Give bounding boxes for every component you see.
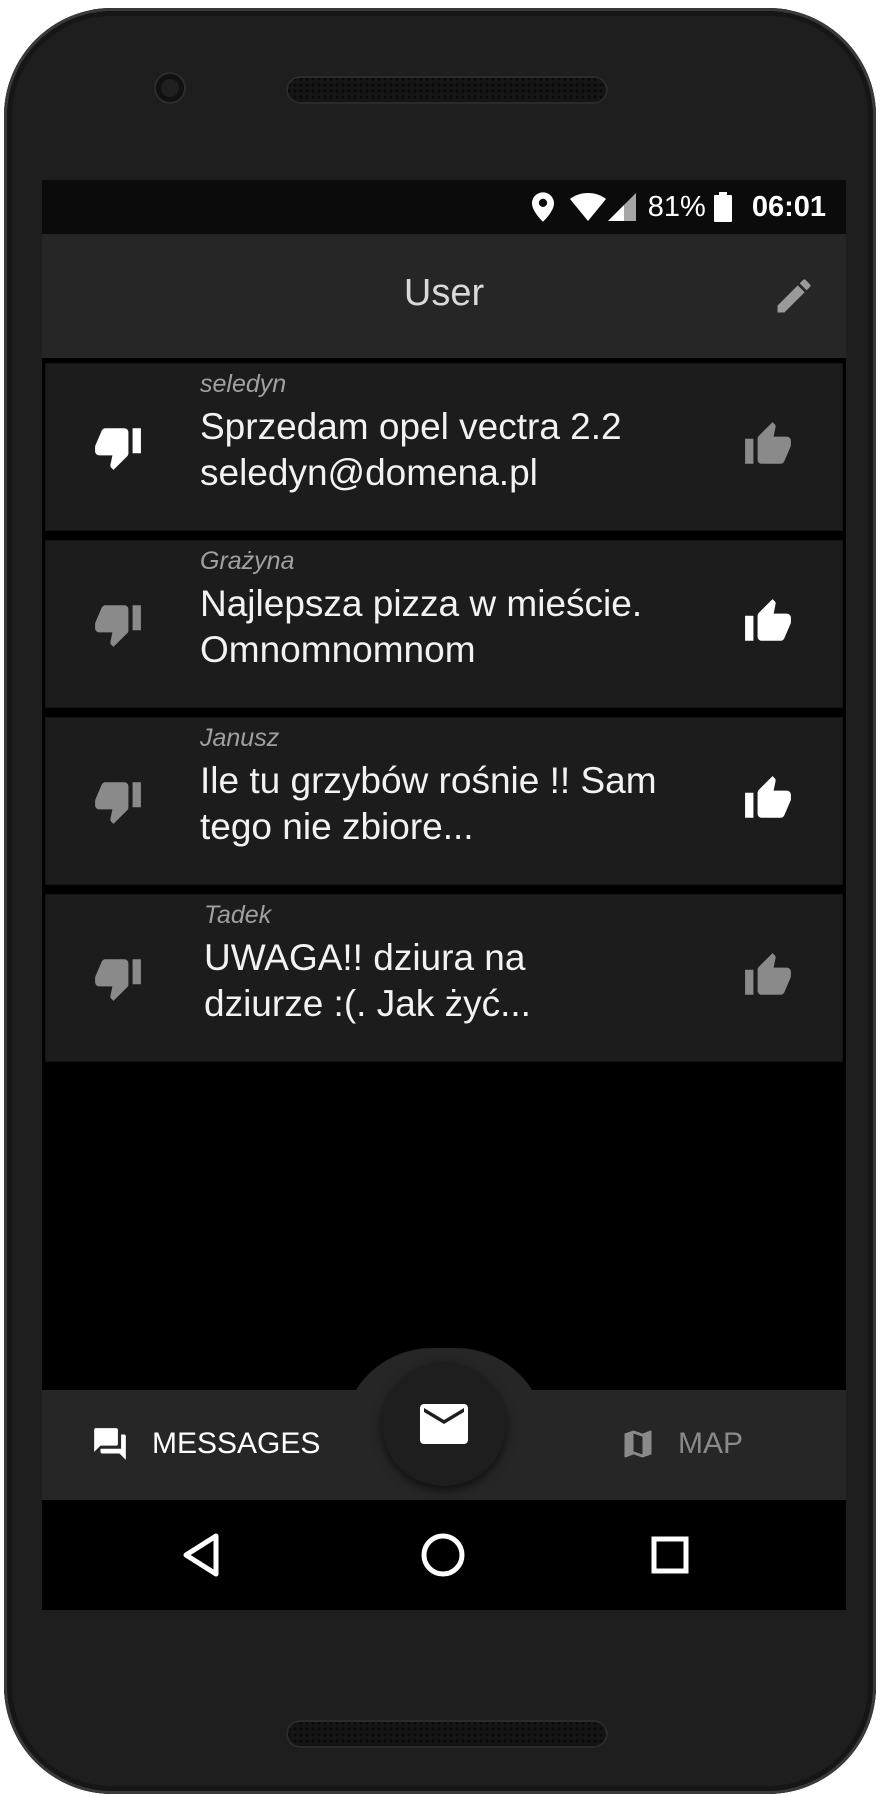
thumbs-up-button[interactable] bbox=[742, 420, 794, 474]
back-triangle-icon bbox=[183, 1533, 219, 1577]
home-button[interactable] bbox=[418, 1530, 468, 1584]
status-bar: 81% 06:01 bbox=[42, 180, 846, 234]
nav-messages[interactable]: MESSAGES bbox=[90, 1408, 320, 1480]
nav-messages-label: MESSAGES bbox=[152, 1427, 321, 1460]
message-card[interactable]: Tadek UWAGA!! dziura na dziurze :(. Jak … bbox=[46, 895, 842, 1061]
message-card[interactable]: Grażyna Najlepsza pizza w mieście. Omnom… bbox=[46, 541, 842, 707]
thumbs-up-icon bbox=[745, 599, 791, 641]
thumbs-down-icon bbox=[95, 605, 141, 647]
nav-map-label: MAP bbox=[678, 1427, 744, 1460]
signal-icon bbox=[607, 193, 636, 221]
thumbs-up-button[interactable] bbox=[742, 951, 794, 1005]
system-navigation-bar bbox=[42, 1500, 846, 1610]
nav-map[interactable]: MAP bbox=[620, 1408, 743, 1480]
message-author: Tadek bbox=[204, 901, 272, 929]
thumbs-up-icon bbox=[745, 953, 791, 995]
clock: 06:01 bbox=[751, 190, 826, 223]
message-text: Ile tu grzybów rośnie !! Sam tego nie zb… bbox=[200, 760, 657, 847]
thumbs-up-icon bbox=[745, 422, 791, 464]
thumbs-down-icon bbox=[95, 782, 141, 824]
thumbs-down-icon bbox=[95, 428, 141, 470]
compose-message-button[interactable] bbox=[382, 1362, 506, 1486]
pencil-icon bbox=[777, 279, 811, 313]
page-title: User bbox=[403, 272, 485, 314]
thumbs-up-button[interactable] bbox=[742, 597, 794, 651]
location-icon bbox=[531, 192, 554, 222]
message-text: Najlepsza pizza w mieście. Omnomnomnom bbox=[200, 583, 643, 670]
message-text: Sprzedam opel vectra 2.2 seledyn@domena.… bbox=[200, 406, 622, 493]
top-speaker bbox=[286, 76, 608, 104]
thumbs-down-button[interactable] bbox=[92, 599, 144, 653]
thumbs-down-icon bbox=[95, 959, 141, 1001]
message-author: Janusz bbox=[200, 724, 280, 752]
battery-percent: 81% bbox=[647, 190, 706, 223]
forum-icon bbox=[94, 1428, 126, 1460]
battery-icon bbox=[713, 192, 732, 222]
thumbs-down-button[interactable] bbox=[92, 422, 144, 476]
thumbs-up-icon bbox=[745, 776, 791, 818]
bottom-speaker bbox=[286, 1720, 608, 1748]
thumbs-up-button[interactable] bbox=[742, 774, 794, 828]
app-bar: User bbox=[42, 234, 846, 358]
recents-square-icon bbox=[651, 1536, 689, 1574]
message-author: Grażyna bbox=[200, 547, 295, 575]
message-card[interactable]: Janusz Ile tu grzybów rośnie !! Sam tego… bbox=[46, 718, 842, 884]
message-author: seledyn bbox=[200, 370, 287, 398]
thumbs-down-button[interactable] bbox=[92, 953, 144, 1007]
screen: 81% 06:01 User seledyn Sprzedam opel vec… bbox=[42, 180, 846, 1610]
thumbs-down-button[interactable] bbox=[92, 776, 144, 830]
wifi-icon bbox=[569, 193, 606, 221]
edit-button[interactable] bbox=[772, 274, 816, 322]
recents-button[interactable] bbox=[646, 1530, 694, 1584]
front-camera bbox=[156, 74, 184, 102]
home-circle-icon bbox=[421, 1533, 465, 1577]
map-icon bbox=[624, 1430, 652, 1458]
message-list: seledyn Sprzedam opel vectra 2.2 seledyn… bbox=[46, 364, 842, 1072]
envelope-icon bbox=[420, 1404, 468, 1444]
message-card[interactable]: seledyn Sprzedam opel vectra 2.2 seledyn… bbox=[46, 364, 842, 530]
message-text: UWAGA!! dziura na dziurze :(. Jak żyć... bbox=[204, 937, 531, 1024]
back-button[interactable] bbox=[178, 1530, 226, 1584]
